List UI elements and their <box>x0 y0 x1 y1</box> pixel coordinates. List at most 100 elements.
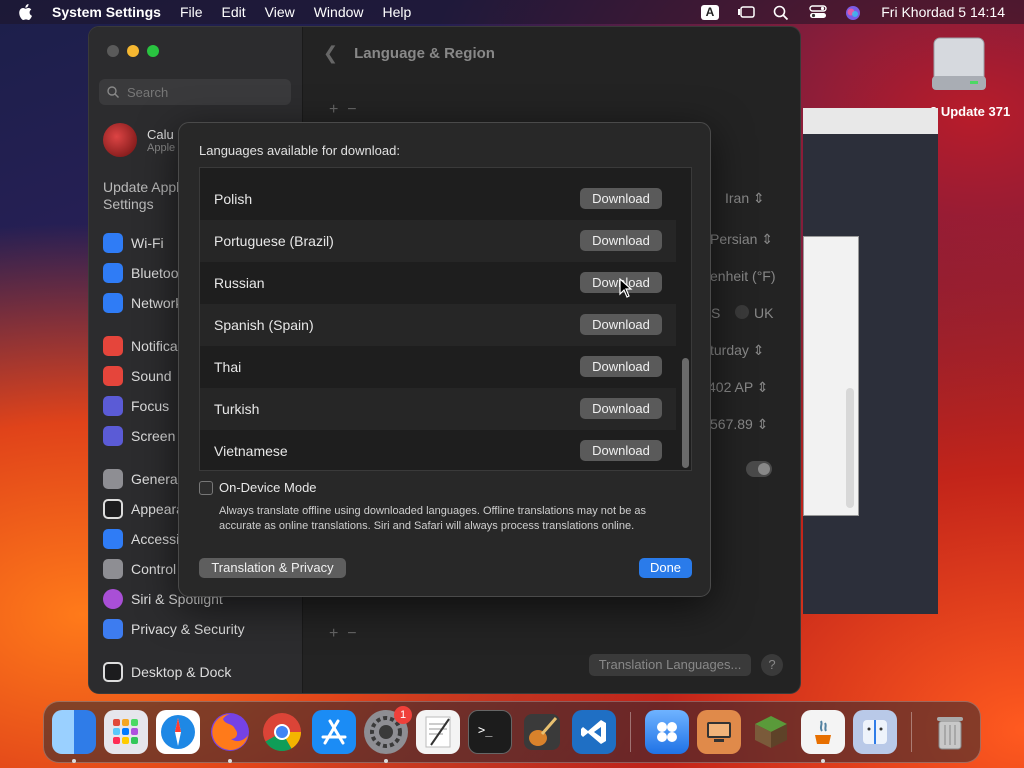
finder-alt-icon[interactable] <box>853 710 897 754</box>
menu-clock[interactable]: Fri Khordad 5 14:14 <box>881 4 1005 20</box>
date-format-value[interactable]: 402 AP ⇕ <box>708 379 769 396</box>
garageband-icon[interactable] <box>520 710 564 754</box>
measurement-us[interactable]: S <box>711 305 720 321</box>
wifi-icon <box>103 233 123 253</box>
add-remove-buttons-bottom[interactable]: + − <box>329 625 357 643</box>
calendar-value[interactable]: Persian ⇕ <box>710 231 773 248</box>
dock-icon <box>103 662 123 682</box>
on-device-mode-description: Always translate offline using downloade… <box>219 505 647 532</box>
trash-icon[interactable] <box>928 710 972 754</box>
list-item: Portuguese (Brazil) Download <box>200 220 676 262</box>
sidebar-item-accessibility[interactable]: Accessi <box>103 529 179 549</box>
vscode-icon[interactable] <box>572 710 616 754</box>
languages-download-sheet: Languages available for download: Polish… <box>178 122 711 597</box>
download-button[interactable]: Download <box>580 356 662 377</box>
finder-icon[interactable] <box>52 710 96 754</box>
language-list[interactable]: Polish Download Portuguese (Brazil) Down… <box>199 167 692 471</box>
download-button[interactable]: Download <box>580 398 662 419</box>
sidebar-item-wifi[interactable]: Wi-Fi <box>103 233 164 253</box>
close-button[interactable] <box>107 45 119 57</box>
running-indicator <box>72 759 76 763</box>
menu-edit[interactable]: Edit <box>222 4 246 20</box>
list-scrollbar[interactable] <box>682 358 689 468</box>
siri-icon[interactable] <box>845 5 863 20</box>
update-apple-id-settings[interactable]: Update Appl Settings <box>103 179 183 213</box>
app-menu[interactable]: System Settings <box>52 4 161 20</box>
dock-separator <box>911 712 912 752</box>
notifications-icon <box>103 336 123 356</box>
accessibility-icon <box>103 529 123 549</box>
background-window-scrollbar[interactable] <box>846 388 854 508</box>
launchpad-icon[interactable] <box>104 710 148 754</box>
on-device-mode-label[interactable]: On-Device Mode <box>219 480 317 495</box>
app-folder-icon[interactable] <box>645 710 689 754</box>
sidebar-search-field[interactable]: Search <box>99 79 291 105</box>
avatar <box>103 123 137 157</box>
java-icon[interactable] <box>801 710 845 754</box>
region-value[interactable]: Iran ⇕ <box>725 190 765 207</box>
sidebar-item-screen-time[interactable]: Screen <box>103 426 175 446</box>
back-chevron-icon[interactable]: ❮ <box>323 43 338 64</box>
first-day-value[interactable]: turday ⇕ <box>710 342 765 359</box>
done-button[interactable]: Done <box>639 558 692 578</box>
sound-icon <box>103 366 123 386</box>
content-header: ❮ Language & Region <box>303 27 800 79</box>
spotlight-search-icon[interactable] <box>773 5 791 21</box>
sidebar-item-desktop-dock[interactable]: Desktop & Dock <box>103 662 231 682</box>
sidebar-item-bluetooth[interactable]: Bluetoo <box>103 263 178 283</box>
menu-view[interactable]: View <box>265 4 295 20</box>
search-icon <box>107 86 119 98</box>
download-button[interactable]: Download <box>580 230 662 251</box>
sidebar-item-label: Notifica <box>131 338 178 354</box>
on-device-mode-checkbox[interactable] <box>199 481 213 495</box>
textedit-icon[interactable] <box>416 710 460 754</box>
sidebar-item-privacy[interactable]: Privacy & Security <box>103 619 245 639</box>
running-indicator <box>384 759 388 763</box>
minimize-button[interactable] <box>127 45 139 57</box>
language-name: Vietnamese <box>214 443 288 459</box>
system-settings-icon[interactable]: 1 <box>364 706 412 754</box>
menu-window[interactable]: Window <box>314 4 364 20</box>
menu-file[interactable]: File <box>180 4 203 20</box>
apple-menu-icon[interactable] <box>18 4 32 20</box>
terminal-icon[interactable]: >_ <box>468 710 512 754</box>
sidebar-item-label: Network <box>131 295 183 311</box>
control-center-icon[interactable] <box>809 5 827 19</box>
translation-languages-button[interactable]: Translation Languages... <box>589 654 751 676</box>
menu-help[interactable]: Help <box>383 4 412 20</box>
safari-icon[interactable] <box>156 710 200 754</box>
disk-drive-icon[interactable] <box>930 36 988 96</box>
sidebar-item-focus[interactable]: Focus <box>103 396 169 416</box>
add-remove-buttons[interactable]: + − <box>329 101 357 119</box>
measurement-uk-radio[interactable] <box>735 305 749 319</box>
sidebar-item-label: Appeara <box>131 501 184 517</box>
appearance-icon <box>103 499 123 519</box>
input-source-icon[interactable]: A <box>700 4 720 20</box>
sidebar-item-network[interactable]: Network <box>103 293 182 313</box>
download-button[interactable]: Download <box>580 314 662 335</box>
sidebar-item-label: Bluetoo <box>131 265 179 281</box>
firefox-icon[interactable] <box>208 710 252 754</box>
user-name: Calu <box>147 126 174 142</box>
stage-manager-icon[interactable] <box>737 5 755 19</box>
temperature-value[interactable]: enheit (°F) <box>710 268 776 284</box>
sidebar-item-general[interactable]: General <box>103 469 181 489</box>
number-format-value[interactable]: 567.89 ⇕ <box>710 416 768 433</box>
sidebar-item-sound[interactable]: Sound <box>103 366 171 386</box>
download-button[interactable]: Download <box>580 440 662 461</box>
monitor-icon[interactable] <box>697 710 741 754</box>
download-button[interactable]: Download <box>580 188 662 209</box>
background-window-titlebar[interactable] <box>803 108 938 134</box>
chrome-icon[interactable] <box>260 710 304 754</box>
sidebar-item-control-center[interactable]: Control <box>103 559 176 579</box>
app-store-icon[interactable] <box>312 710 356 754</box>
live-text-toggle[interactable] <box>746 461 772 477</box>
zoom-button[interactable] <box>147 45 159 57</box>
translation-privacy-button[interactable]: Translation & Privacy <box>199 558 346 578</box>
help-button[interactable]: ? <box>761 654 783 676</box>
apple-id-row[interactable]: Calu Apple <box>103 123 175 157</box>
minecraft-icon[interactable] <box>749 710 793 754</box>
sidebar-item-appearance[interactable]: Appeara <box>103 499 184 519</box>
sidebar-item-notifications[interactable]: Notifica <box>103 336 178 356</box>
sidebar-item-label: Focus <box>131 398 170 414</box>
